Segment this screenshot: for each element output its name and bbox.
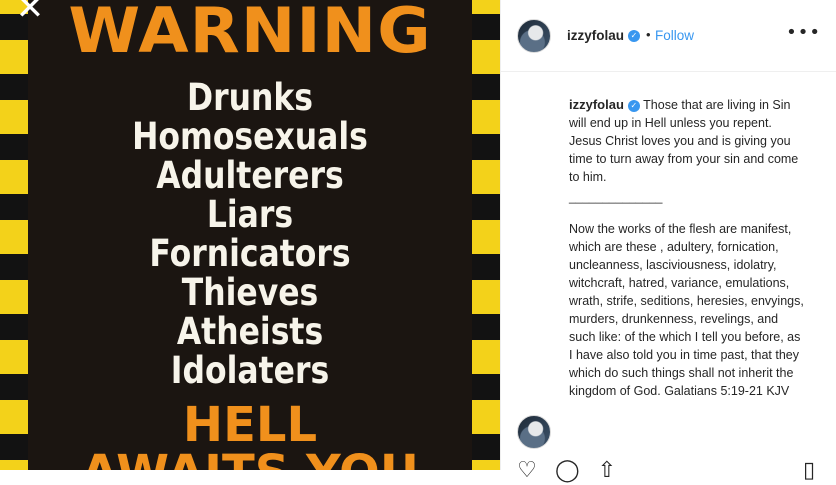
- follow-button[interactable]: Follow: [655, 28, 694, 43]
- caption: izzyfolau ✓ Those that are living in Sin …: [569, 96, 804, 400]
- caption-paragraph: izzyfolau ✓ Those that are living in Sin …: [569, 96, 804, 186]
- sign-list-item: Homosexuals: [132, 115, 368, 158]
- sign-list-item: Idolaters: [170, 349, 330, 392]
- sign-list-item: Fornicators: [149, 232, 351, 275]
- sign-awaits-title: AWAITS YOU: [28, 448, 472, 470]
- sign-hell-title: HELL: [182, 397, 318, 453]
- sign-list-item: Thieves: [181, 271, 319, 314]
- hazard-stripe-left: [0, 0, 28, 470]
- comment-avatar[interactable]: [517, 415, 551, 449]
- header-username[interactable]: izzyfolau: [567, 28, 624, 43]
- post-sidebar: izzyfolau ✓ • Follow ••• izzyfolau ✓ Thos…: [500, 0, 836, 483]
- separator-dot: •: [646, 27, 651, 42]
- verified-badge-icon: ✓: [627, 99, 640, 112]
- sign-list-item: Drunks: [186, 76, 314, 119]
- comment-icon[interactable]: ◯: [555, 459, 580, 483]
- close-icon[interactable]: ✕: [14, 0, 46, 25]
- sign-warning-title: WARNING: [68, 0, 432, 67]
- avatar[interactable]: [517, 19, 551, 53]
- sign-list: Drunks Homosexuals Adulterers Liars Forn…: [28, 78, 472, 390]
- warning-sign: WARNING Drunks Homosexuals Adulterers Li…: [28, 0, 472, 470]
- sign-list-item: Adulterers: [156, 154, 344, 197]
- hazard-stripe-right: [472, 0, 500, 470]
- sign-list-item: Liars: [206, 193, 294, 236]
- instagram-post: WARNING Drunks Homosexuals Adulterers Li…: [0, 0, 836, 483]
- more-options-icon[interactable]: •••: [786, 22, 821, 43]
- post-image[interactable]: WARNING Drunks Homosexuals Adulterers Li…: [0, 0, 500, 470]
- share-icon[interactable]: ⇧: [595, 459, 619, 483]
- bookmark-icon[interactable]: ▯: [797, 459, 821, 483]
- heart-icon[interactable]: ♡: [515, 459, 539, 483]
- caption-username[interactable]: izzyfolau: [569, 97, 624, 112]
- post-header: izzyfolau ✓ • Follow •••: [501, 0, 836, 72]
- verified-badge-icon: ✓: [628, 30, 640, 42]
- action-bar: ♡ ◯ ⇧ ▯: [501, 455, 836, 485]
- caption-area: izzyfolau ✓ Those that are living in Sin …: [517, 96, 827, 431]
- sign-list-item: Atheists: [176, 310, 324, 353]
- caption-divider: ______________: [569, 190, 663, 204]
- caption-scripture: Now the works of the flesh are manifest,…: [569, 222, 808, 398]
